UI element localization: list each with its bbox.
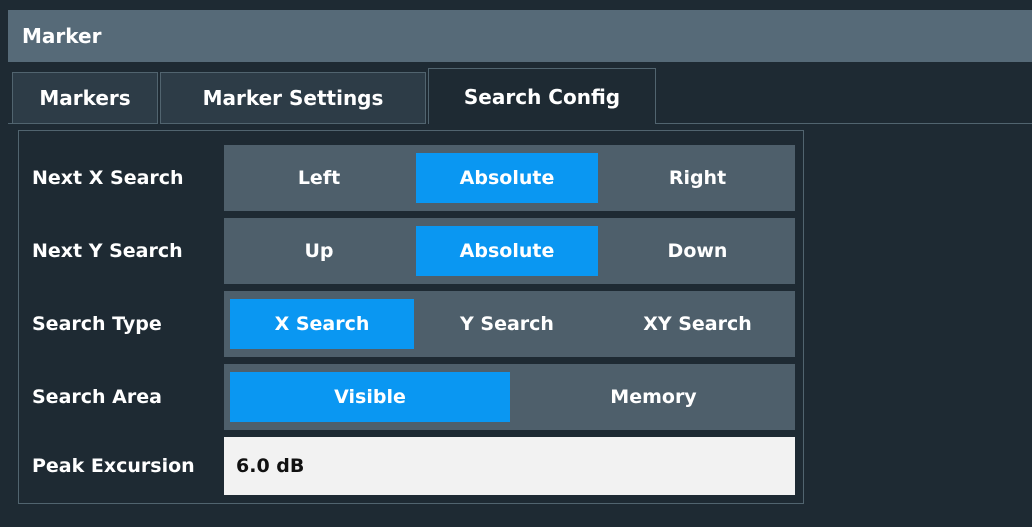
tab-markers[interactable]: Markers xyxy=(12,72,158,124)
search-area-memory-option[interactable]: Memory xyxy=(512,372,795,422)
tab-marker-settings[interactable]: Marker Settings xyxy=(160,72,426,124)
next-y-search-row: Next Y Search Up Absolute Down xyxy=(30,218,800,284)
window-titlebar: Marker xyxy=(8,10,1032,62)
window-title: Marker xyxy=(22,24,102,48)
next-x-search-absolute-option[interactable]: Absolute xyxy=(416,153,598,203)
search-type-selector: X Search Y Search XY Search xyxy=(224,291,795,357)
tab-underline-left xyxy=(8,123,14,124)
next-x-search-selector: Left Absolute Right xyxy=(224,145,795,211)
search-area-row: Search Area Visible Memory xyxy=(30,364,800,430)
search-type-y-option[interactable]: Y Search xyxy=(416,299,598,349)
tab-underline-right xyxy=(656,123,1032,124)
next-y-search-absolute-option[interactable]: Absolute xyxy=(416,226,598,276)
search-area-visible-option[interactable]: Visible xyxy=(230,372,510,422)
next-y-search-selector: Up Absolute Down xyxy=(224,218,795,284)
peak-excursion-label: Peak Excursion xyxy=(32,455,195,477)
tab-search-config[interactable]: Search Config xyxy=(428,68,656,124)
next-x-search-label: Next X Search xyxy=(32,167,184,189)
peak-excursion-row: Peak Excursion 6.0 dB xyxy=(30,437,800,503)
peak-excursion-field[interactable]: 6.0 dB xyxy=(224,437,795,495)
next-x-search-left-option[interactable]: Left xyxy=(224,153,414,203)
next-x-search-row: Next X Search Left Absolute Right xyxy=(30,145,800,211)
next-y-search-up-option[interactable]: Up xyxy=(224,226,414,276)
search-type-label: Search Type xyxy=(32,313,162,335)
search-type-x-option[interactable]: X Search xyxy=(230,299,414,349)
peak-excursion-value: 6.0 dB xyxy=(236,455,305,477)
search-type-row: Search Type X Search Y Search XY Search xyxy=(30,291,800,357)
next-y-search-label: Next Y Search xyxy=(32,240,183,262)
next-y-search-down-option[interactable]: Down xyxy=(600,226,795,276)
search-area-selector: Visible Memory xyxy=(224,364,795,430)
next-x-search-right-option[interactable]: Right xyxy=(600,153,795,203)
search-area-label: Search Area xyxy=(32,386,162,408)
search-type-xy-option[interactable]: XY Search xyxy=(600,299,795,349)
